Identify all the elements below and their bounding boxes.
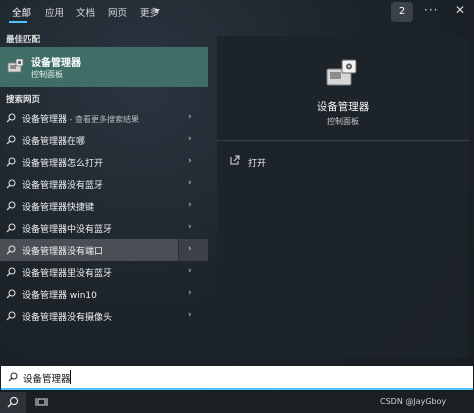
- web-result-label: 设备管理器没有端口: [22, 244, 103, 257]
- web-result-query: 设备管理器: [22, 115, 68, 125]
- chevron-right-icon[interactable]: ›: [188, 310, 192, 320]
- search-icon: [6, 223, 16, 233]
- web-result-query: 设备管理器没有端口: [22, 247, 104, 257]
- web-result-suffix: - 查看更多搜索结果: [67, 115, 139, 124]
- search-icon: [8, 372, 18, 382]
- chevron-right-icon[interactable]: ›: [188, 178, 192, 188]
- web-result-query: 设备管理器 win10: [22, 291, 97, 301]
- web-result-row[interactable]: 设备管理器里没有蓝牙 ›: [0, 261, 208, 283]
- active-tab-indicator: [9, 21, 27, 23]
- filter-documents-tab[interactable]: 文档: [76, 5, 95, 19]
- search-icon: [6, 113, 16, 123]
- chevron-right-icon[interactable]: ›: [188, 222, 192, 232]
- web-result-row[interactable]: 设备管理器在哪 ›: [0, 129, 208, 151]
- text-caret: [70, 370, 71, 384]
- search-icon: [6, 245, 16, 255]
- chevron-right-icon[interactable]: ›: [188, 266, 192, 276]
- web-result-label: 设备管理器没有摄像头: [22, 310, 112, 323]
- open-icon[interactable]: [230, 155, 240, 165]
- expand-arrow-button[interactable]: [178, 239, 208, 261]
- search-icon: [6, 289, 16, 299]
- web-result-label: 设备管理器快捷键: [22, 200, 94, 213]
- web-result-row[interactable]: 设备管理器没有摄像头 ›: [0, 305, 208, 327]
- search-icon: [6, 157, 16, 167]
- web-result-query: 设备管理器怎么打开: [22, 159, 104, 169]
- chevron-right-icon[interactable]: ›: [188, 112, 192, 122]
- open-action-label[interactable]: 打开: [248, 156, 266, 169]
- watermark-text: CSDN @JayGboy: [380, 397, 447, 406]
- web-result-query: 设备管理器中没有蓝牙: [22, 225, 113, 235]
- best-match-title: 设备管理器: [31, 58, 81, 69]
- web-result-row[interactable]: 设备管理器没有端口 ›: [0, 239, 208, 261]
- search-icon: [7, 396, 19, 408]
- detail-title: 设备管理器: [316, 101, 370, 113]
- device-manager-icon: [7, 58, 24, 73]
- task-view-icon[interactable]: [35, 396, 48, 408]
- web-result-row[interactable]: 设备管理器 win10 ›: [0, 283, 208, 305]
- chevron-down-icon: [154, 9, 160, 13]
- web-result-label: 设备管理器在哪: [22, 134, 85, 147]
- chevron-right-icon[interactable]: ›: [188, 200, 192, 210]
- filter-all-tab[interactable]: 全部: [12, 5, 31, 19]
- web-result-query: 设备管理器在哪: [22, 137, 86, 147]
- web-result-label: 设备管理器中没有蓝牙: [22, 222, 112, 235]
- filter-bar: 全部 应用 文档 网页 更多 2 ··· ✕: [0, 0, 474, 26]
- web-result-row[interactable]: 设备管理器中没有蓝牙 ›: [0, 217, 208, 239]
- web-result-query: 设备管理器里没有蓝牙: [22, 269, 113, 279]
- search-icon: [6, 179, 16, 189]
- best-match-item[interactable]: 设备管理器 控制面板: [0, 47, 208, 87]
- chevron-right-icon[interactable]: ›: [188, 288, 192, 298]
- search-box[interactable]: 设备管理器: [1, 366, 473, 390]
- search-web-heading: 搜索网页: [6, 95, 41, 105]
- filter-web-tab[interactable]: 网页: [108, 5, 127, 19]
- web-result-row[interactable]: 设备管理器快捷键 ›: [0, 195, 208, 217]
- search-icon: [6, 267, 16, 277]
- web-result-query: 设备管理器快捷键: [22, 203, 95, 213]
- more-options-icon[interactable]: ···: [424, 3, 438, 17]
- search-icon: [6, 201, 16, 211]
- chevron-right-icon[interactable]: ›: [188, 156, 192, 166]
- rewards-badge[interactable]: 2: [391, 2, 413, 22]
- web-result-row[interactable]: 设备管理器怎么打开 ›: [0, 151, 208, 173]
- best-match-heading: 最佳匹配: [6, 35, 41, 45]
- web-result-query: 设备管理器没有摄像头: [22, 313, 113, 323]
- chevron-right-icon[interactable]: ›: [188, 134, 192, 144]
- close-icon[interactable]: ✕: [455, 3, 465, 17]
- search-icon: [6, 311, 16, 321]
- web-result-label: 设备管理器没有蓝牙: [22, 178, 103, 191]
- web-result-row[interactable]: 设备管理器 - 查看更多搜索结果 ›: [0, 107, 208, 129]
- device-manager-large-icon: [326, 59, 357, 86]
- filter-apps-tab[interactable]: 应用: [45, 5, 64, 19]
- web-result-label: 设备管理器 win10: [22, 288, 97, 301]
- search-icon: [6, 135, 16, 145]
- web-result-label: 设备管理器怎么打开: [22, 156, 103, 169]
- chevron-right-icon[interactable]: ›: [188, 244, 192, 254]
- web-result-label: 设备管理器里没有蓝牙: [22, 266, 112, 279]
- taskbar-search-button[interactable]: [0, 392, 26, 413]
- search-input[interactable]: 设备管理器: [23, 371, 71, 385]
- web-result-row[interactable]: 设备管理器没有蓝牙 ›: [0, 173, 208, 195]
- web-results-list: 设备管理器 - 查看更多搜索结果 › 设备管理器在哪 › 设备管理器怎么打开 ›…: [0, 107, 208, 327]
- web-result-query: 设备管理器没有蓝牙: [22, 181, 104, 191]
- detail-subtitle: 控制面板: [327, 117, 359, 126]
- detail-divider: [217, 140, 469, 141]
- web-result-label: 设备管理器 - 查看更多搜索结果: [22, 112, 139, 125]
- best-match-subtitle: 控制面板: [31, 70, 63, 79]
